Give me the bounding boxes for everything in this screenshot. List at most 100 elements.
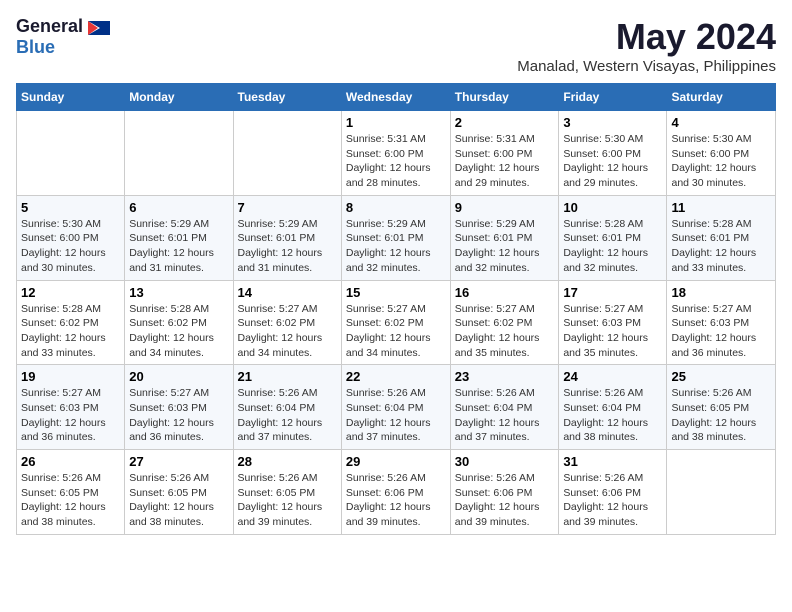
calendar-cell xyxy=(125,111,233,196)
day-number: 6 xyxy=(129,200,228,215)
calendar-cell: 15 Sunrise: 5:27 AM Sunset: 6:02 PM Dayli… xyxy=(341,280,450,365)
calendar-cell: 27 Sunrise: 5:26 AM Sunset: 6:05 PM Dayli… xyxy=(125,450,233,535)
day-info: Sunrise: 5:26 AM Sunset: 6:05 PM Dayligh… xyxy=(238,471,337,530)
day-number: 11 xyxy=(671,200,771,215)
calendar-cell: 24Sunrise: 5:26 AM Sunset: 6:04 PM Dayli… xyxy=(559,365,667,450)
calendar-cell: 3 Sunrise: 5:30 AM Sunset: 6:00 PM Daylig… xyxy=(559,111,667,196)
calendar-cell: 31Sunrise: 5:26 AM Sunset: 6:06 PM Dayli… xyxy=(559,450,667,535)
day-info: Sunrise: 5:28 AM Sunset: 6:02 PM Dayligh… xyxy=(21,302,120,361)
day-info: Sunrise: 5:30 AM Sunset: 6:00 PM Dayligh… xyxy=(563,132,662,191)
calendar-header-saturday: Saturday xyxy=(667,84,776,111)
day-number: 23 xyxy=(455,369,555,384)
title-section: May 2024 Manalad, Western Visayas, Phili… xyxy=(517,16,776,75)
calendar-cell: 11 Sunrise: 5:28 AM Sunset: 6:01 PM Dayli… xyxy=(667,195,776,280)
calendar-week-row: 5Sunrise: 5:30 AM Sunset: 6:00 PM Daylig… xyxy=(17,195,776,280)
calendar-cell: 20 Sunrise: 5:27 AM Sunset: 6:03 PM Dayli… xyxy=(125,365,233,450)
day-number: 4 xyxy=(671,115,771,130)
calendar-cell: 21 Sunrise: 5:26 AM Sunset: 6:04 PM Dayli… xyxy=(233,365,341,450)
day-number: 15 xyxy=(346,285,446,300)
day-number: 31 xyxy=(563,454,662,469)
calendar-week-row: 12 Sunrise: 5:28 AM Sunset: 6:02 PM Dayli… xyxy=(17,280,776,365)
day-info: Sunrise: 5:29 AM Sunset: 6:01 PM Dayligh… xyxy=(238,217,337,276)
day-number: 21 xyxy=(238,369,337,384)
day-number: 18 xyxy=(671,285,771,300)
day-number: 9 xyxy=(455,200,555,215)
day-info: Sunrise: 5:26 AM Sunset: 6:05 PM Dayligh… xyxy=(129,471,228,530)
calendar-cell: 25 Sunrise: 5:26 AM Sunset: 6:05 PM Dayli… xyxy=(667,365,776,450)
day-info: Sunrise: 5:26 AM Sunset: 6:04 PM Dayligh… xyxy=(346,386,446,445)
calendar-cell: 29 Sunrise: 5:26 AM Sunset: 6:06 PM Dayli… xyxy=(341,450,450,535)
day-number: 10 xyxy=(563,200,662,215)
day-info: Sunrise: 5:27 AM Sunset: 6:02 PM Dayligh… xyxy=(346,302,446,361)
calendar-header-monday: Monday xyxy=(125,84,233,111)
day-number: 12 xyxy=(21,285,120,300)
calendar-week-row: 1 Sunrise: 5:31 AM Sunset: 6:00 PM Daylig… xyxy=(17,111,776,196)
day-info: Sunrise: 5:27 AM Sunset: 6:03 PM Dayligh… xyxy=(129,386,228,445)
day-info: Sunrise: 5:26 AM Sunset: 6:06 PM Dayligh… xyxy=(455,471,555,530)
day-number: 19 xyxy=(21,369,120,384)
day-info: Sunrise: 5:30 AM Sunset: 6:00 PM Dayligh… xyxy=(671,132,771,191)
logo-blue-text: Blue xyxy=(16,37,55,57)
day-info: Sunrise: 5:28 AM Sunset: 6:01 PM Dayligh… xyxy=(563,217,662,276)
calendar-cell: 19 Sunrise: 5:27 AM Sunset: 6:03 PM Dayli… xyxy=(17,365,125,450)
page-header: General Blue May 2024 Manalad, Western V… xyxy=(16,16,776,75)
calendar-header-tuesday: Tuesday xyxy=(233,84,341,111)
day-number: 8 xyxy=(346,200,446,215)
day-number: 2 xyxy=(455,115,555,130)
day-number: 25 xyxy=(671,369,771,384)
day-info: Sunrise: 5:26 AM Sunset: 6:05 PM Dayligh… xyxy=(671,386,771,445)
day-number: 20 xyxy=(129,369,228,384)
calendar-cell: 14Sunrise: 5:27 AM Sunset: 6:02 PM Dayli… xyxy=(233,280,341,365)
day-info: Sunrise: 5:31 AM Sunset: 6:00 PM Dayligh… xyxy=(346,132,446,191)
calendar-cell: 2 Sunrise: 5:31 AM Sunset: 6:00 PM Daylig… xyxy=(450,111,559,196)
day-info: Sunrise: 5:26 AM Sunset: 6:04 PM Dayligh… xyxy=(455,386,555,445)
day-info: Sunrise: 5:29 AM Sunset: 6:01 PM Dayligh… xyxy=(129,217,228,276)
day-info: Sunrise: 5:26 AM Sunset: 6:05 PM Dayligh… xyxy=(21,471,120,530)
calendar-cell: 23 Sunrise: 5:26 AM Sunset: 6:04 PM Dayli… xyxy=(450,365,559,450)
calendar-cell xyxy=(17,111,125,196)
day-info: Sunrise: 5:29 AM Sunset: 6:01 PM Dayligh… xyxy=(346,217,446,276)
day-info: Sunrise: 5:27 AM Sunset: 6:02 PM Dayligh… xyxy=(238,302,337,361)
calendar-cell: 10 Sunrise: 5:28 AM Sunset: 6:01 PM Dayli… xyxy=(559,195,667,280)
day-number: 1 xyxy=(346,115,446,130)
day-info: Sunrise: 5:28 AM Sunset: 6:02 PM Dayligh… xyxy=(129,302,228,361)
day-info: Sunrise: 5:27 AM Sunset: 6:02 PM Dayligh… xyxy=(455,302,555,361)
day-info: Sunrise: 5:27 AM Sunset: 6:03 PM Dayligh… xyxy=(671,302,771,361)
calendar-header-friday: Friday xyxy=(559,84,667,111)
day-info: Sunrise: 5:26 AM Sunset: 6:06 PM Dayligh… xyxy=(346,471,446,530)
day-info: Sunrise: 5:29 AM Sunset: 6:01 PM Dayligh… xyxy=(455,217,555,276)
calendar-cell: 22 Sunrise: 5:26 AM Sunset: 6:04 PM Dayli… xyxy=(341,365,450,450)
location-title: Manalad, Western Visayas, Philippines xyxy=(517,58,776,75)
logo-flag-icon xyxy=(88,21,110,35)
day-number: 5 xyxy=(21,200,120,215)
calendar-week-row: 26Sunrise: 5:26 AM Sunset: 6:05 PM Dayli… xyxy=(17,450,776,535)
logo: General Blue xyxy=(16,16,110,58)
calendar-cell: 16Sunrise: 5:27 AM Sunset: 6:02 PM Dayli… xyxy=(450,280,559,365)
day-info: Sunrise: 5:31 AM Sunset: 6:00 PM Dayligh… xyxy=(455,132,555,191)
day-number: 27 xyxy=(129,454,228,469)
calendar-cell: 13 Sunrise: 5:28 AM Sunset: 6:02 PM Dayli… xyxy=(125,280,233,365)
day-number: 30 xyxy=(455,454,555,469)
calendar-cell: 17Sunrise: 5:27 AM Sunset: 6:03 PM Dayli… xyxy=(559,280,667,365)
day-number: 3 xyxy=(563,115,662,130)
calendar-cell: 8 Sunrise: 5:29 AM Sunset: 6:01 PM Daylig… xyxy=(341,195,450,280)
calendar-header-row: SundayMondayTuesdayWednesdayThursdayFrid… xyxy=(17,84,776,111)
calendar-cell: 5Sunrise: 5:30 AM Sunset: 6:00 PM Daylig… xyxy=(17,195,125,280)
calendar-cell: 6 Sunrise: 5:29 AM Sunset: 6:01 PM Daylig… xyxy=(125,195,233,280)
calendar-header-thursday: Thursday xyxy=(450,84,559,111)
calendar-cell: 7Sunrise: 5:29 AM Sunset: 6:01 PM Daylig… xyxy=(233,195,341,280)
day-number: 22 xyxy=(346,369,446,384)
day-number: 29 xyxy=(346,454,446,469)
calendar-cell: 26Sunrise: 5:26 AM Sunset: 6:05 PM Dayli… xyxy=(17,450,125,535)
day-info: Sunrise: 5:27 AM Sunset: 6:03 PM Dayligh… xyxy=(21,386,120,445)
calendar-header-sunday: Sunday xyxy=(17,84,125,111)
day-info: Sunrise: 5:26 AM Sunset: 6:04 PM Dayligh… xyxy=(238,386,337,445)
day-info: Sunrise: 5:28 AM Sunset: 6:01 PM Dayligh… xyxy=(671,217,771,276)
calendar-cell: 30 Sunrise: 5:26 AM Sunset: 6:06 PM Dayli… xyxy=(450,450,559,535)
calendar-cell: 1 Sunrise: 5:31 AM Sunset: 6:00 PM Daylig… xyxy=(341,111,450,196)
day-number: 17 xyxy=(563,285,662,300)
calendar-table: SundayMondayTuesdayWednesdayThursdayFrid… xyxy=(16,83,776,535)
day-info: Sunrise: 5:26 AM Sunset: 6:04 PM Dayligh… xyxy=(563,386,662,445)
month-title: May 2024 xyxy=(517,16,776,58)
day-number: 13 xyxy=(129,285,228,300)
